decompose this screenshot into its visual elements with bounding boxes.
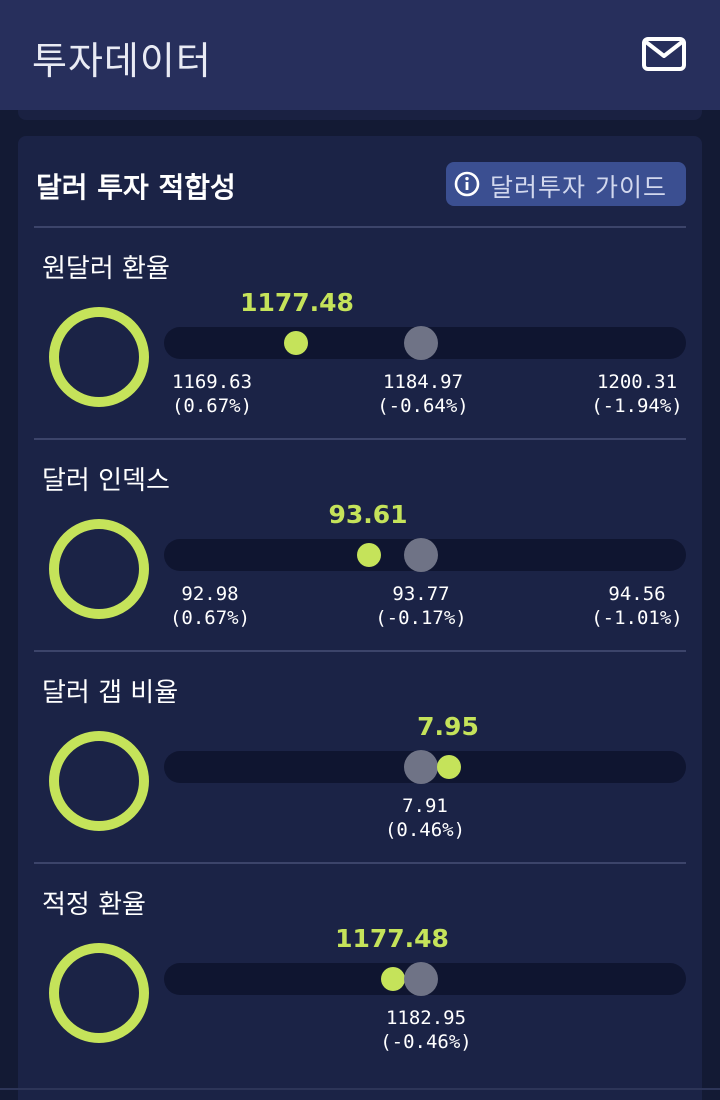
status-ring xyxy=(49,307,149,407)
range-low-label: 92.98 (0.67%) xyxy=(169,583,251,629)
current-marker xyxy=(437,755,461,779)
bottom-divider xyxy=(0,1088,720,1090)
current-value: 1177.48 xyxy=(335,924,449,953)
range-high-label: 94.56 (-1.01%) xyxy=(591,583,683,629)
range-mid-label: 1182.95 (-0.46%) xyxy=(380,1007,472,1053)
status-ring xyxy=(49,943,149,1043)
range-mid-label: 93.77 (-0.17%) xyxy=(375,583,467,629)
average-marker xyxy=(404,538,438,572)
average-marker xyxy=(404,962,438,996)
divider xyxy=(34,862,686,864)
current-marker xyxy=(381,967,405,991)
current-marker xyxy=(284,331,308,355)
card-title: 달러 투자 적합성 xyxy=(36,171,236,204)
divider xyxy=(34,650,686,652)
status-ring xyxy=(49,731,149,831)
range-mid-label: 7.91 (0.46%) xyxy=(384,795,466,841)
range-mid-label: 1184.97 (-0.64%) xyxy=(377,371,469,417)
divider xyxy=(34,226,686,228)
info-icon xyxy=(454,171,480,197)
section-title-dollar-index: 달러 인덱스 xyxy=(42,466,170,496)
dollar-guide-label[interactable]: 달러투자 가이드 xyxy=(490,168,667,204)
previous-card-edge xyxy=(18,110,702,120)
app-title: 투자데이터 xyxy=(32,39,212,83)
mail-icon[interactable] xyxy=(641,36,687,72)
section-title-fair-rate: 적정 환율 xyxy=(42,890,146,920)
section-title-dollar-gap: 달러 갭 비율 xyxy=(42,678,179,708)
range-low-label: 1169.63 (0.67%) xyxy=(171,371,253,417)
section-title-krw-usd: 원달러 환율 xyxy=(42,254,170,284)
current-value: 7.95 xyxy=(417,712,479,741)
current-value: 1177.48 xyxy=(240,288,354,317)
range-high-label: 1200.31 (-1.94%) xyxy=(591,371,683,417)
current-marker xyxy=(357,543,381,567)
average-marker xyxy=(404,326,438,360)
status-ring xyxy=(49,519,149,619)
average-marker xyxy=(404,750,438,784)
current-value: 93.61 xyxy=(328,500,408,529)
divider xyxy=(34,438,686,440)
